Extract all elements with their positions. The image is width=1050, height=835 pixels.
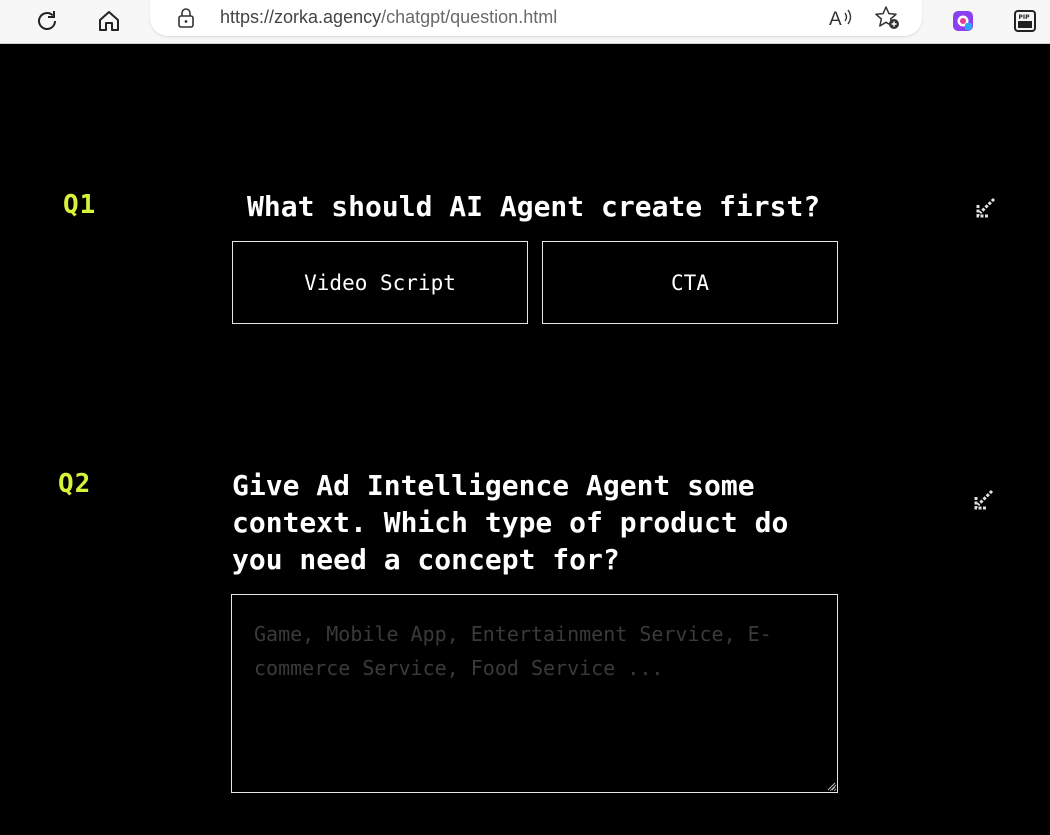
copilot-icon[interactable] [946,4,980,38]
lock-icon[interactable] [176,7,196,29]
home-icon[interactable] [92,4,126,38]
question-line: you need a concept for? [232,543,620,576]
add-favorite-icon[interactable] [874,5,902,31]
question-title: What should AI Agent create first? [247,190,821,223]
svg-text:A: A [829,9,842,29]
read-aloud-icon[interactable]: A [826,5,854,31]
question-number: Q1 [63,190,97,220]
option-cta[interactable]: CTA [542,241,838,324]
product-type-input[interactable] [231,594,838,793]
pip-label: PIP [1019,14,1031,21]
question-title: Give Ad Intelligence Agent some context.… [232,467,788,578]
resize-grip-icon[interactable] [826,781,836,791]
url-text[interactable]: https://zorka.agency/chatgpt/question.ht… [220,7,557,28]
pip-icon[interactable]: PIP [1008,4,1042,38]
refresh-icon[interactable] [30,4,64,38]
url-path: /chatgpt/question.html [381,7,558,27]
option-video-script[interactable]: Video Script [232,241,528,324]
url-base: https://zorka.agency [220,7,382,27]
question-number: Q2 [58,469,92,499]
collapse-arrow-icon[interactable] [972,488,996,512]
question-line: context. Which type of product do [232,506,789,539]
address-bar[interactable]: https://zorka.agency/chatgpt/question.ht… [150,0,922,36]
browser-toolbar: https://zorka.agency/chatgpt/question.ht… [0,0,1050,44]
collapse-arrow-icon[interactable] [974,196,998,220]
question-line: Give Ad Intelligence Agent some [232,469,755,502]
